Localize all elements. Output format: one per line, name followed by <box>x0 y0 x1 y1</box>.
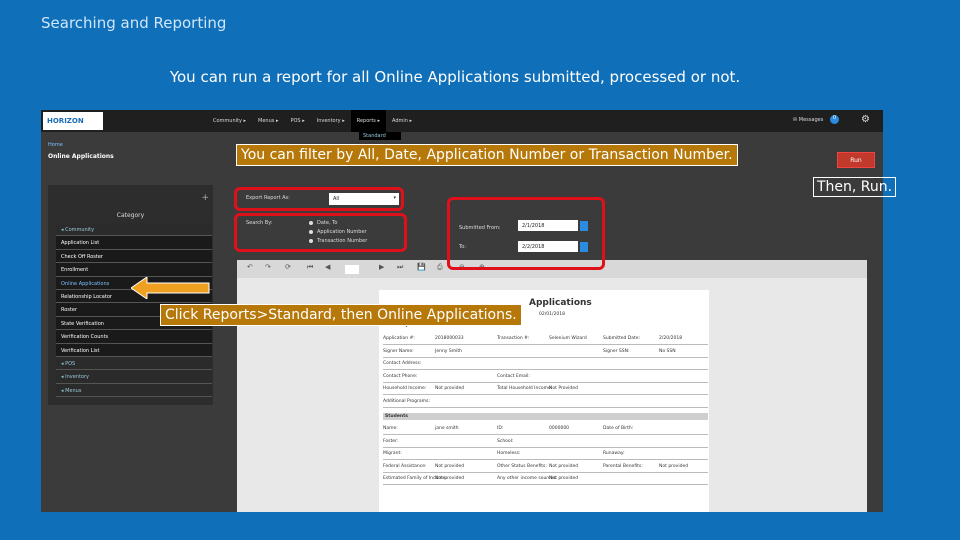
report-cell: Signer SSN: <box>603 348 630 354</box>
main-nav: Community ▸ Menus ▸ POS ▸ Inventory ▸ Re… <box>207 110 418 132</box>
highlight-search-by <box>234 213 407 252</box>
report-to-value: 02/01/2018 <box>539 312 565 317</box>
report-cell: Not provided <box>549 476 579 481</box>
report-row-divider <box>383 344 708 345</box>
nav-reports[interactable]: Reports ▸ <box>350 110 386 132</box>
report-row-divider <box>383 394 708 395</box>
plus-icon[interactable]: + <box>201 193 209 203</box>
horizon-logo[interactable]: HORIZON <box>43 112 103 130</box>
report-cell: Homeless: <box>497 451 521 456</box>
report-cell: Jenny Smith <box>435 348 462 354</box>
nav-admin[interactable]: Admin ▸ <box>386 110 418 132</box>
top-navbar: HORIZON Community ▸ Menus ▸ POS ▸ Invent… <box>41 110 883 132</box>
sidebar-item[interactable]: ◂ Menus <box>56 383 212 398</box>
report-cell: Date of Birth: <box>603 426 634 431</box>
last-page-icon[interactable]: ⏭ <box>397 263 403 272</box>
report-cell: Not provided <box>549 463 579 469</box>
breadcrumb[interactable]: Home <box>48 142 63 148</box>
report-cell: Parental Benefits: <box>603 463 643 469</box>
report-row-divider <box>383 381 708 383</box>
report-row-divider <box>383 471 708 473</box>
report-cell: Selenium Wizard <box>549 336 587 341</box>
callout-click: Click Reports>Standard, then Online Appl… <box>160 304 522 326</box>
report-cell: Name: <box>383 426 398 431</box>
page-title: Online Applications <box>48 153 114 160</box>
messages-count-badge: 0 <box>830 115 839 124</box>
refresh-icon[interactable]: ⟳ <box>285 263 291 271</box>
report-cell: School: <box>497 438 514 444</box>
report-row-divider <box>383 406 708 408</box>
report-cell: 0000000 <box>549 426 570 431</box>
slide-title: Searching and Reporting <box>41 14 227 32</box>
report-cell: Foster: <box>383 438 399 444</box>
highlight-export <box>234 187 404 211</box>
report-cell: Signer Name: <box>383 348 414 354</box>
report-viewer: ↶ ↷ ⟳ ⏮ ◀ ▶ ⏭ 💾 ⎙ ⊖ ⊕ Applications Submi… <box>237 260 867 512</box>
report-cell: Contact Address: <box>383 361 422 366</box>
prev-page-icon[interactable]: ◀ <box>325 263 330 271</box>
next-page-icon[interactable]: ▶ <box>379 263 384 271</box>
report-cell: Not Provided <box>549 386 578 391</box>
report-cell: Transaction #: <box>497 336 530 341</box>
sidebar-item[interactable]: Application List <box>56 236 212 250</box>
report-row-divider <box>383 446 708 448</box>
gear-icon[interactable]: ⚙ <box>861 114 870 125</box>
undo-icon[interactable]: ↶ <box>247 263 253 271</box>
report-cell: 2/20/2018 <box>659 336 683 341</box>
report-cell: Submitted Date: <box>603 336 641 341</box>
page-number-input[interactable] <box>345 265 359 274</box>
report-cell: Migrant: <box>383 451 402 456</box>
report-cell: Federal Assistance: <box>383 463 427 469</box>
report-cell: Runaway: <box>603 451 625 456</box>
report-cell: 2018000033 <box>435 336 464 341</box>
report-cell: Household Income: <box>383 386 427 391</box>
report-row-divider <box>383 434 708 435</box>
run-button[interactable]: Run <box>837 152 875 168</box>
redo-icon[interactable]: ↷ <box>265 263 271 271</box>
report-row-divider <box>383 356 708 358</box>
report-cell: Not provided <box>435 476 465 481</box>
nav-community[interactable]: Community ▸ <box>207 110 252 132</box>
first-page-icon[interactable]: ⏮ <box>307 263 313 272</box>
nav-menus[interactable]: Menus ▸ <box>252 110 284 132</box>
report-row-divider <box>383 369 708 370</box>
students-heading: Students <box>385 414 408 419</box>
sidebar-item[interactable]: Check Off Roster <box>56 249 212 264</box>
nav-pos[interactable]: POS ▸ <box>284 110 310 132</box>
report-cell: Not provided <box>435 463 465 469</box>
sidebar-item[interactable]: ◂ Community <box>56 223 212 237</box>
report-cell: Not provided <box>659 463 689 469</box>
save-icon[interactable]: 💾 <box>417 263 426 271</box>
highlight-dates <box>447 197 605 270</box>
report-row-divider <box>383 459 708 460</box>
report-cell: Additional Programs: <box>383 398 430 404</box>
callout-run: Then, Run. <box>813 177 897 197</box>
students-section-bar: Students <box>383 413 708 420</box>
report-cell: Application #: <box>383 336 415 341</box>
messages-link[interactable]: ✉ Messages <box>793 117 823 123</box>
print-icon[interactable]: ⎙ <box>437 263 443 272</box>
sidebar-item[interactable]: ◂ Inventory <box>56 370 212 384</box>
report-cell: Contact Email: <box>497 373 530 379</box>
report-title: Applications <box>529 298 592 308</box>
nav-inventory[interactable]: Inventory ▸ <box>311 110 351 132</box>
arrow-left-icon <box>131 277 210 299</box>
report-cell: Other Status Benefits: <box>497 463 547 469</box>
sidebar-heading: Category <box>116 212 145 219</box>
report-cell: Contact Phone: <box>383 373 418 379</box>
slide-subtitle: You can run a report for all Online Appl… <box>169 68 741 86</box>
sidebar-item[interactable]: Verification Counts <box>56 330 212 344</box>
report-cell: Not provided <box>435 386 465 391</box>
report-cell: No SSN <box>659 348 676 354</box>
sidebar-item[interactable]: ◂ POS <box>56 356 212 371</box>
sidebar-item[interactable]: Enrollment <box>56 263 212 277</box>
callout-filter: You can filter by All, Date, Application… <box>236 144 738 166</box>
report-cell: ID: <box>497 426 504 431</box>
report-row-divider <box>383 484 708 485</box>
sidebar-item[interactable]: Verification List <box>56 343 212 357</box>
report-cell: Total Household Income: <box>497 386 553 391</box>
report-cell: jane smith <box>435 426 459 431</box>
reports-dropdown-standard[interactable]: Standard <box>359 132 401 140</box>
